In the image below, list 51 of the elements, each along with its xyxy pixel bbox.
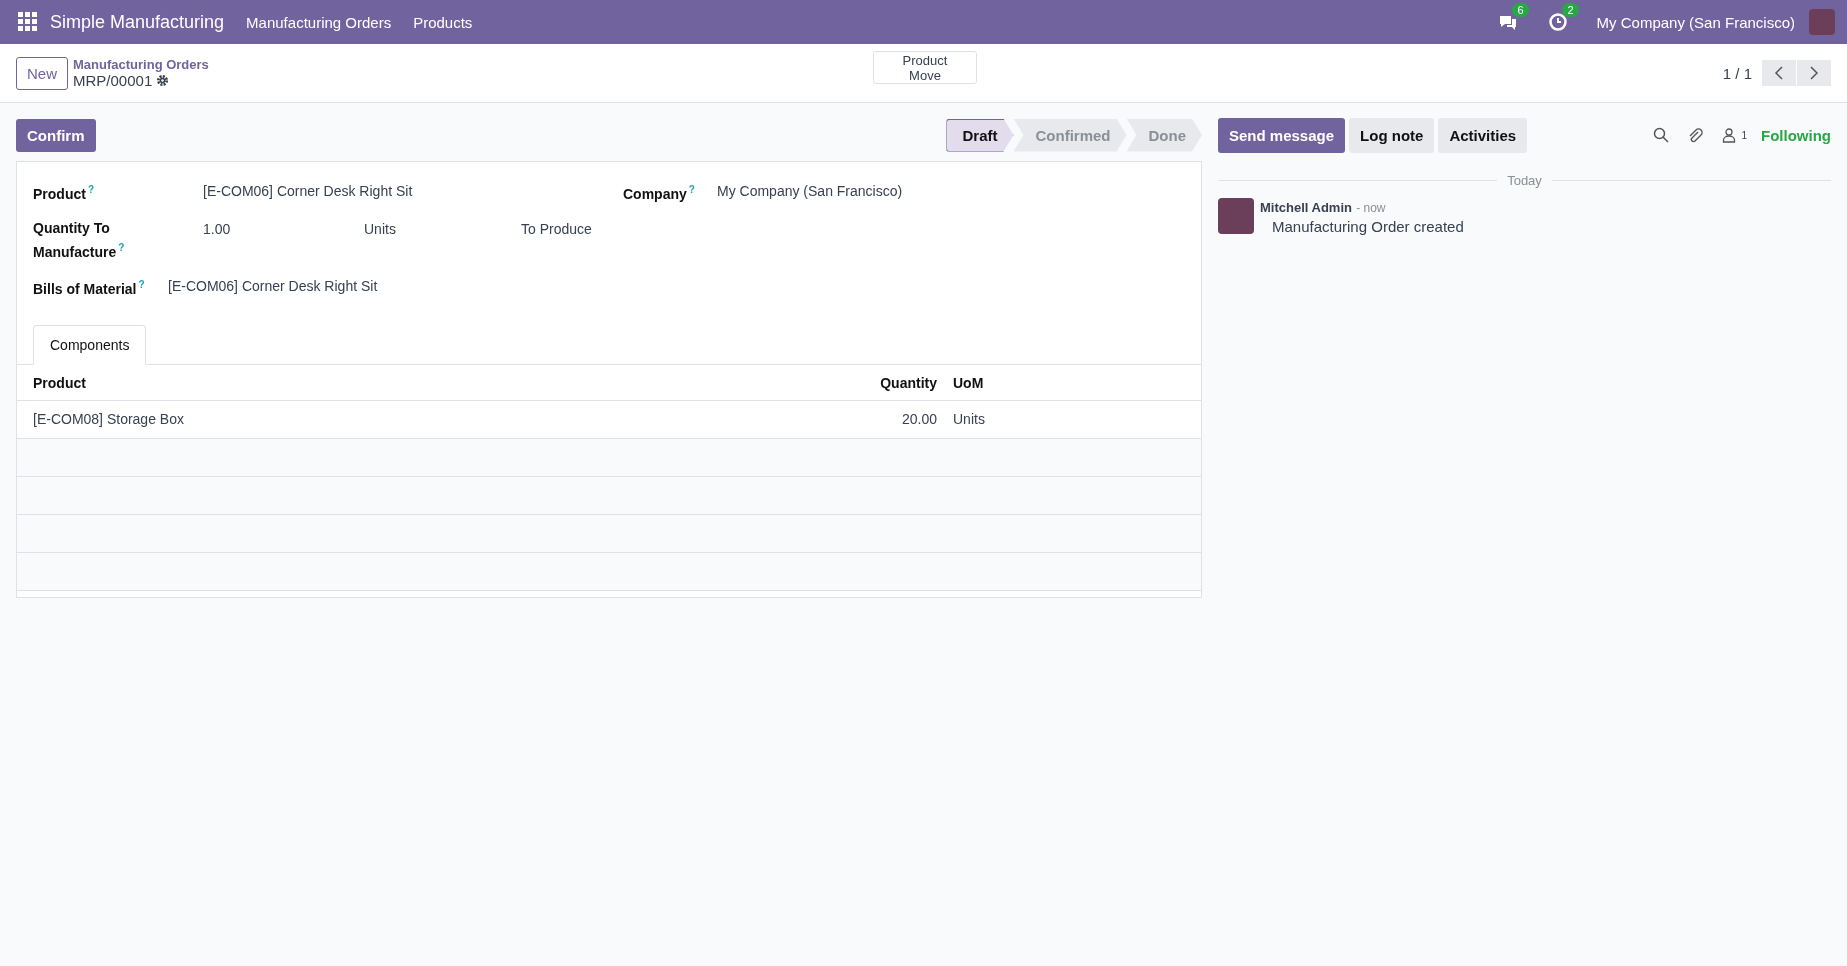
help-mark[interactable]: ? [118, 241, 125, 253]
new-button[interactable]: New [16, 56, 68, 90]
person-icon[interactable] [1721, 127, 1738, 143]
gear-icon[interactable] [156, 74, 170, 87]
following-button[interactable]: Following [1761, 126, 1831, 144]
record-name: MRP/00001 [73, 72, 153, 89]
apps-grid-icon[interactable] [18, 12, 38, 32]
table-cell: Units [953, 411, 985, 428]
company-field[interactable]: My Company (San Francisco) [717, 180, 1185, 204]
field-label: Product$^{?}$ [33, 183, 95, 204]
message-author[interactable]: Mitchell Admin [1260, 200, 1352, 215]
confirm-button[interactable]: Confirm [16, 118, 96, 152]
message-count-badge: 6 [1512, 3, 1529, 17]
field-label: Bills of Material$^{?}$ [33, 278, 146, 299]
notebook-tab[interactable]: Components [33, 324, 147, 365]
status-stage[interactable]: Draft [946, 118, 1014, 152]
activity-count-badge: 2 [1562, 3, 1579, 17]
date-separator: Today [1507, 173, 1542, 188]
breadcrumb-link[interactable]: Manufacturing Orders [73, 57, 209, 72]
follower-count: 1 [1741, 129, 1747, 141]
help-mark[interactable]: ? [87, 184, 94, 195]
app-name[interactable]: Simple Manufacturing [50, 11, 225, 33]
menu-item[interactable]: Manufacturing Orders [246, 13, 392, 31]
help-mark[interactable]: ? [138, 279, 145, 291]
chatter-button[interactable]: Send message [1218, 117, 1346, 153]
message-body: Manufacturing Order created [1272, 218, 1464, 235]
chevron-left-icon [1774, 66, 1784, 80]
column-header[interactable]: UoM [953, 374, 984, 391]
clock-icon[interactable] [1546, 11, 1569, 33]
paperclip-icon[interactable] [1687, 127, 1704, 143]
menu-item[interactable]: Products [413, 13, 473, 31]
search-icon[interactable] [1653, 127, 1670, 143]
table-cell: [E-COM08] Storage Box [33, 411, 184, 428]
message-time: - now [1356, 201, 1386, 215]
quantity-field[interactable]: 1.00 [203, 217, 364, 262]
chatter-button[interactable]: Activities [1438, 117, 1528, 153]
quantity-suffix: To Produce [521, 219, 592, 239]
product-move-button[interactable]: Product Move [873, 51, 977, 84]
product-field[interactable]: [E-COM06] Corner Desk Right Sit [203, 180, 623, 204]
column-header[interactable]: Quantity [880, 374, 937, 391]
company-switcher[interactable]: My Company (San Francisco) [1596, 13, 1795, 31]
field-label: Quantity To Manufacture$^{?}$ [33, 218, 126, 262]
column-header[interactable]: Product [33, 374, 86, 391]
pager-value: 1 / 1 [1722, 64, 1752, 82]
table-cell: 20.00 [901, 411, 937, 428]
chatter-button[interactable]: Log note [1349, 117, 1435, 153]
unit-field[interactable]: Units [364, 217, 521, 262]
bom-field[interactable]: [E-COM06] Corner Desk Right Sit [168, 275, 378, 299]
field-label: Company$^{?}$ [623, 183, 696, 204]
help-mark[interactable]: ? [688, 184, 695, 195]
chevron-right-icon [1809, 66, 1819, 80]
